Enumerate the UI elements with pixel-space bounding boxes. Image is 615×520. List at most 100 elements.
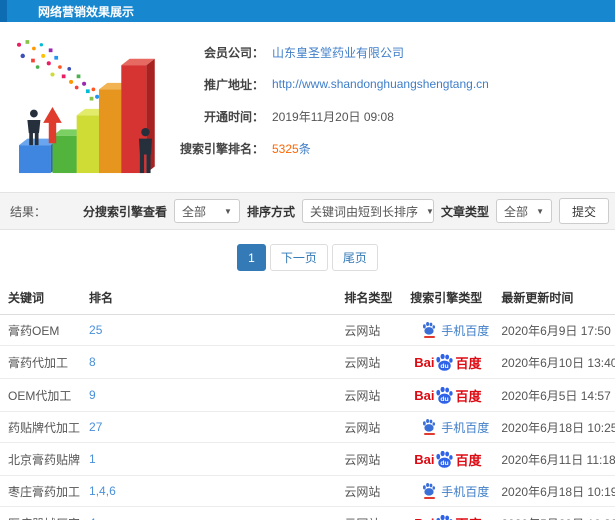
filter-bar: 结果： 分搜索引擎查看 全部 ▼ 排序方式 关键词由短到长排序 ▼ 文章类型 全… [0, 192, 615, 230]
keyword-cell: 膏药代加工 [0, 345, 82, 379]
updated-cell: 2020年6月18日 10:25 [493, 411, 615, 443]
promo-url-label: 推广地址： [203, 77, 264, 92]
rank-link[interactable]: 27 [89, 420, 102, 434]
rank-count-unit: 条 [298, 141, 311, 156]
rank-cell: 9 [81, 378, 337, 412]
baidu-logo-text: Bai [414, 451, 435, 467]
table-row: 膏药代加工 8 云网站 Bai du 百度 2020年6月10日 13:40 [0, 345, 615, 379]
updated-cell: 2020年6月11日 11:18 [493, 442, 615, 476]
rank-count-label: 搜索引擎排名： [179, 141, 264, 156]
mobile-baidu-logo: 手机百度 [422, 419, 489, 436]
promo-url-link[interactable]: http://www.shandonghuangshengtang.cn [272, 77, 489, 91]
page-1-button[interactable]: 1 [237, 244, 266, 271]
keyword-cell: 枣庄膏药加工 [0, 475, 82, 507]
svg-text:du: du [441, 362, 449, 369]
rank-type-cell: 云网站 [336, 442, 403, 476]
engine-select[interactable]: 全部 ▼ [173, 199, 240, 223]
rank-type-cell: 云网站 [336, 314, 403, 346]
rank-type-cell: 云网站 [336, 506, 403, 520]
updated-cell: 2020年5月29日 10:32 [493, 506, 615, 520]
baidu-paw-icon: du [436, 386, 454, 404]
open-time-label: 开通时间： [203, 109, 264, 124]
baidu-logo: Bai du 百度 [414, 450, 481, 469]
table-row: 北京膏药贴牌 1 云网站 Bai du 百度 2020年6月11日 11:18 [0, 442, 615, 476]
chevron-down-icon: ▼ [425, 206, 434, 216]
rank-type-cell: 云网站 [336, 475, 403, 507]
engine-cell: Bai du 百度 [402, 345, 494, 379]
results-table: 关键词 排名 排名类型 搜索引擎类型 最新更新时间 膏药OEM 25 云网站 手… [0, 281, 615, 520]
engine-cell: Bai du 百度 [402, 506, 494, 520]
engine-filter-label: 分搜索引擎查看 [82, 204, 167, 219]
header-rank-type: 排名类型 [336, 281, 403, 315]
updated-cell: 2020年6月9日 17:50 [493, 314, 615, 346]
engine-cell: 手机百度 [402, 475, 494, 507]
pagination: 1 下一页 尾页 [0, 244, 615, 271]
baidu-paw-icon: du [436, 353, 454, 371]
submit-button[interactable]: 提交 [558, 198, 609, 224]
mobile-baidu-paw-icon [422, 322, 436, 338]
baidu-logo: Bai du 百度 [414, 514, 481, 520]
rank-cell: 1 [81, 442, 337, 476]
last-page-button[interactable]: 尾页 [331, 244, 378, 271]
updated-cell: 2020年6月5日 14:57 [493, 378, 615, 412]
rank-link[interactable]: 8 [89, 355, 96, 369]
rank-link[interactable]: 1,4,6 [89, 484, 116, 498]
header-keyword: 关键词 [0, 281, 82, 315]
filter-controls: 分搜索引擎查看 全部 ▼ 排序方式 关键词由短到长排序 ▼ 文章类型 全部 ▼ … [83, 198, 609, 224]
table-row: 医疗器械厂家 4 云网站 Bai du 百度 202 [0, 506, 615, 520]
next-page-button[interactable]: 下一页 [269, 244, 328, 271]
rank-link[interactable]: 9 [89, 388, 96, 402]
info-row-company: 会员公司： 山东皇圣堂药业有限公司 [178, 36, 615, 68]
header-updated: 最新更新时间 [493, 281, 615, 315]
rank-cell: 1,4,6 [81, 475, 337, 507]
keyword-cell: OEM代加工 [0, 378, 82, 412]
rank-link[interactable]: 25 [89, 323, 102, 337]
engine-cell: Bai du 百度 [402, 378, 494, 412]
chevron-down-icon: ▼ [536, 206, 544, 216]
rank-cell: 25 [81, 314, 337, 346]
rank-count-value: 5325条 [272, 140, 311, 157]
svg-text:du: du [441, 395, 449, 402]
company-link[interactable]: 山东皇圣堂药业有限公司 [272, 44, 404, 61]
mobile-baidu-label: 手机百度 [441, 484, 490, 499]
result-label: 结果： [10, 204, 47, 219]
confetti-dots [16, 40, 105, 101]
page-title: 网络营销效果展示 [38, 4, 135, 19]
sort-select-value: 关键词由短到长排序 [309, 204, 418, 219]
engine-select-value: 全部 [181, 204, 206, 219]
article-type-select[interactable]: 全部 ▼ [495, 199, 552, 223]
bars-3d [19, 58, 155, 174]
keyword-cell: 膏药OEM [0, 314, 82, 346]
open-time-value: 2019年11月20日 09:08 [272, 109, 394, 124]
mobile-baidu-logo: 手机百度 [422, 322, 489, 339]
sort-select[interactable]: 关键词由短到长排序 ▼ [301, 199, 434, 223]
sort-filter-label: 排序方式 [246, 204, 295, 219]
rank-cell: 4 [81, 506, 337, 520]
table-row: 药贴牌代加工 27 云网站 手机百度 2020年6月18日 10:25 [0, 411, 615, 443]
header-engine-type: 搜索引擎类型 [402, 281, 494, 315]
rank-type-cell: 云网站 [336, 345, 403, 379]
rank-link[interactable]: 1 [89, 452, 96, 466]
baidu-logo-cn-text: 百度 [455, 514, 481, 520]
info-row-url: 推广地址： http://www.shandonghuangshengtang.… [178, 68, 615, 100]
baidu-logo-cn-text: 百度 [455, 355, 482, 371]
page-header: 网络营销效果展示 [0, 0, 615, 22]
updated-cell: 2020年6月18日 10:19 [493, 475, 615, 507]
baidu-logo-text: Bai [414, 354, 435, 370]
table-header-row: 关键词 排名 排名类型 搜索引擎类型 最新更新时间 [0, 281, 615, 315]
baidu-paw-icon: du [436, 514, 453, 520]
rank-type-cell: 云网站 [336, 378, 403, 412]
rank-cell: 8 [81, 345, 337, 379]
engine-cell: 手机百度 [402, 411, 494, 443]
baidu-logo: Bai du 百度 [414, 386, 481, 405]
table-row: 膏药OEM 25 云网站 手机百度 2020年6月9日 17:50 [0, 314, 615, 346]
table-row: 枣庄膏药加工 1,4,6 云网站 手机百度 2020年6月18日 10:19 [0, 475, 615, 507]
baidu-logo-text: Bai [414, 387, 435, 403]
baidu-logo: Bai du 百度 [414, 353, 481, 372]
rank-link[interactable]: 4 [89, 516, 96, 520]
engine-cell: Bai du 百度 [402, 442, 494, 476]
keyword-cell: 北京膏药贴牌 [0, 442, 82, 476]
info-list: 会员公司： 山东皇圣堂药业有限公司 推广地址： http://www.shand… [178, 30, 615, 190]
article-type-select-value: 全部 [503, 204, 528, 219]
updated-cell: 2020年6月10日 13:40 [493, 345, 615, 379]
